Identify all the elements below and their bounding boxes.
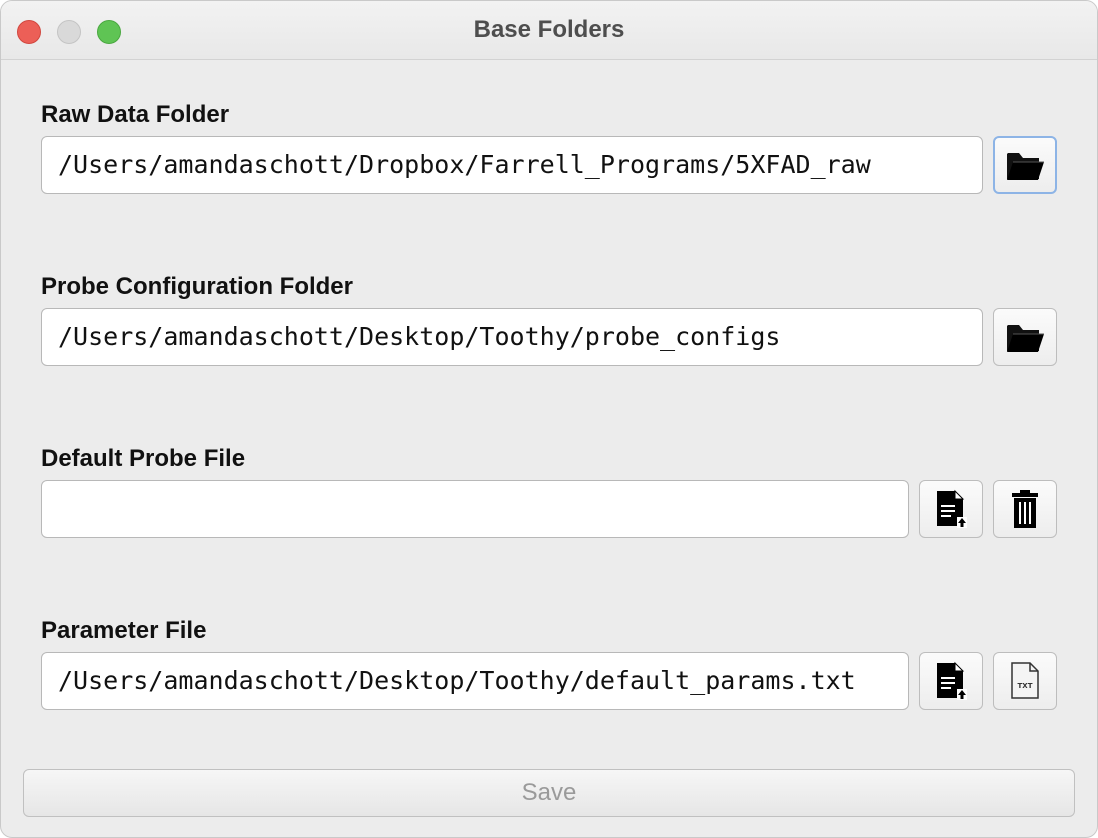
probe-config-browse-button[interactable] [993, 308, 1057, 366]
folder-open-icon [1007, 153, 1044, 180]
save-button[interactable]: Save [23, 769, 1075, 817]
txt-file-icon-label: TXT [1018, 682, 1033, 690]
raw-data-browse-button[interactable] [993, 136, 1057, 194]
title-bar: Base Folders [1, 1, 1097, 60]
base-folders-window: Base Folders Raw Data Folder /Users/aman… [0, 0, 1098, 838]
probe-config-folder-label: Probe Configuration Folder [41, 273, 353, 300]
default-probe-file-input[interactable] [41, 480, 909, 538]
file-upload-icon [937, 661, 967, 700]
txt-file-icon: TXT [1011, 662, 1039, 699]
parameter-file-view-button[interactable]: TXT [993, 652, 1057, 710]
default-probe-load-button[interactable] [919, 480, 983, 538]
parameter-file-input[interactable]: /Users/amandaschott/Desktop/Toothy/defau… [41, 652, 909, 710]
window-title: Base Folders [473, 16, 625, 43]
probe-config-folder-input[interactable]: /Users/amandaschott/Desktop/Toothy/probe… [41, 308, 983, 366]
parameter-file-label: Parameter File [41, 617, 207, 644]
raw-data-folder-label: Raw Data Folder [41, 101, 230, 128]
folder-open-icon [1007, 325, 1044, 352]
raw-data-folder-input[interactable]: /Users/amandaschott/Dropbox/Farrell_Prog… [41, 136, 983, 194]
default-probe-file-label: Default Probe File [41, 445, 246, 472]
parameter-file-load-button[interactable] [919, 652, 983, 710]
trash-icon [1012, 490, 1038, 528]
file-upload-icon [937, 489, 967, 528]
default-probe-clear-button[interactable] [993, 480, 1057, 538]
